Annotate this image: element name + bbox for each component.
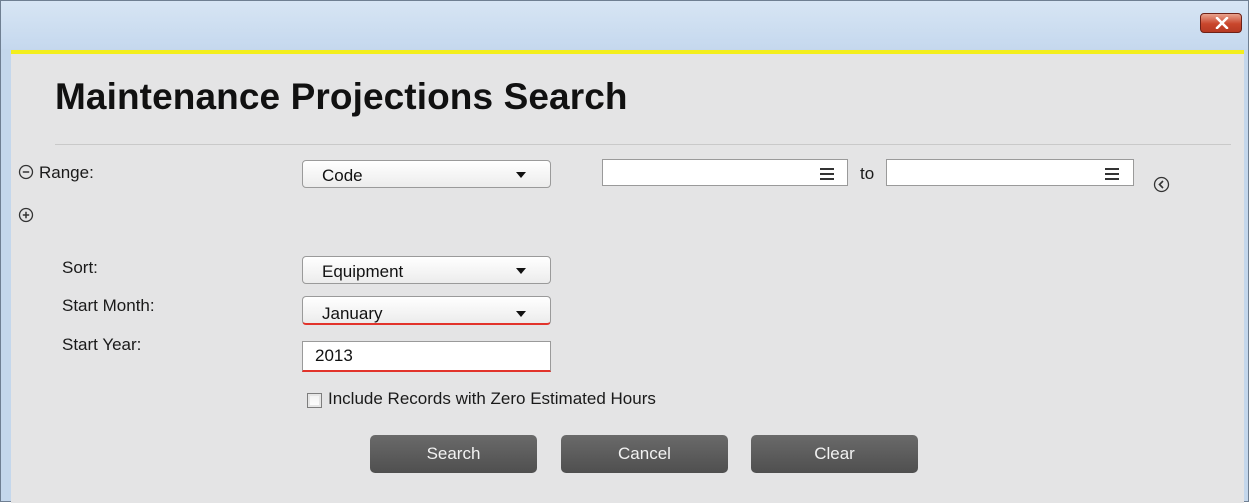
- range-label: Range:: [39, 163, 94, 182]
- include-zero-checkbox[interactable]: [307, 393, 322, 408]
- start-month-label: Start Month:: [62, 296, 155, 315]
- range-to-label: to: [860, 164, 875, 183]
- close-button[interactable]: [1200, 13, 1242, 33]
- dialog-content: Maintenance Projections Search Range: Co…: [11, 50, 1244, 503]
- page-title: Maintenance Projections Search: [55, 76, 628, 117]
- clear-button[interactable]: Clear: [751, 435, 918, 473]
- chevron-down-icon: [516, 268, 526, 274]
- list-lookup-icon[interactable]: [820, 168, 834, 180]
- include-zero-label: Include Records with Zero Estimated Hour…: [328, 389, 656, 408]
- start-year-label: Start Year:: [62, 335, 142, 354]
- close-x-icon: [1215, 17, 1229, 29]
- minus-circle-icon[interactable]: [18, 164, 34, 180]
- start-year-input[interactable]: [302, 341, 551, 372]
- chevron-down-icon: [516, 311, 526, 317]
- sort-select-value: Equipment: [322, 262, 404, 281]
- title-divider: [55, 144, 1231, 145]
- dialog-window: Maintenance Projections Search Range: Co…: [0, 0, 1249, 503]
- list-lookup-icon[interactable]: [1105, 168, 1119, 180]
- chevron-down-icon: [516, 172, 526, 178]
- start-month-value: January: [322, 304, 383, 323]
- range-field-select[interactable]: Code: [302, 160, 551, 188]
- title-bar: [1, 1, 1248, 49]
- range-to-input[interactable]: [886, 159, 1134, 186]
- chevron-left-circle-icon[interactable]: [1153, 176, 1170, 193]
- search-button[interactable]: Search: [370, 435, 537, 473]
- sort-label: Sort:: [62, 258, 98, 277]
- range-field-value: Code: [322, 166, 363, 185]
- range-from-input[interactable]: [602, 159, 848, 186]
- start-month-select[interactable]: January: [302, 296, 551, 325]
- plus-circle-icon[interactable]: [18, 207, 34, 223]
- sort-select[interactable]: Equipment: [302, 256, 551, 284]
- cancel-button[interactable]: Cancel: [561, 435, 728, 473]
